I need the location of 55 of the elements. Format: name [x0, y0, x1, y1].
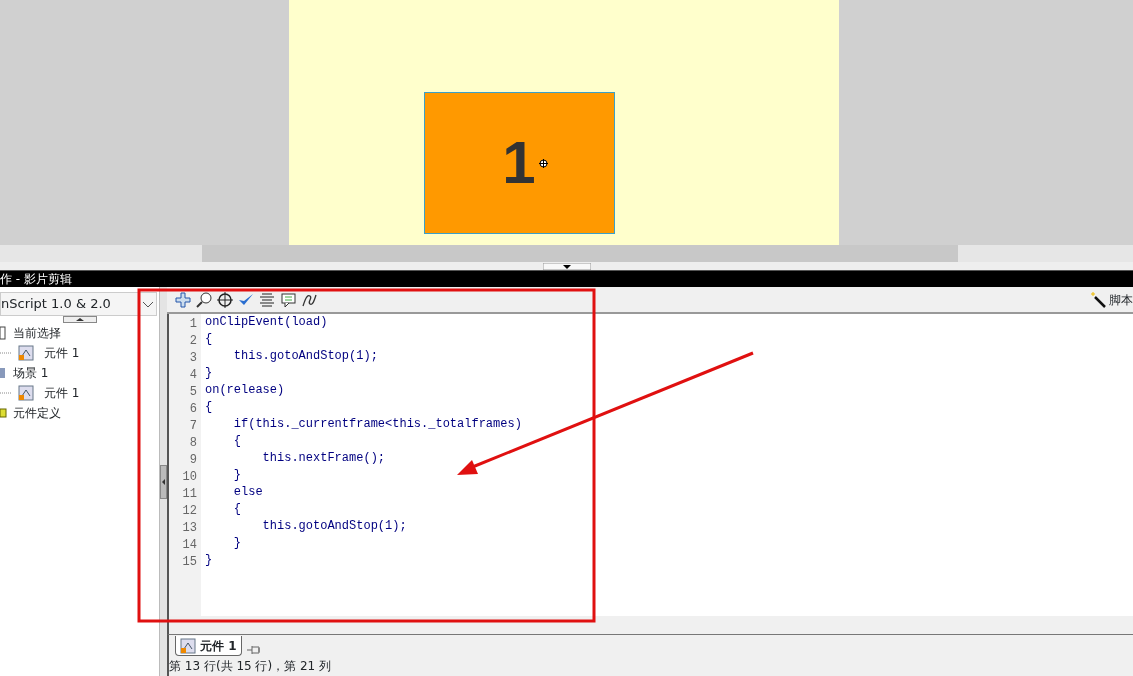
code-line: this.nextFrame();	[261, 450, 387, 467]
comment-icon[interactable]	[280, 291, 296, 308]
tree-item[interactable]: 场景 1	[0, 363, 159, 383]
scroll-up-icon[interactable]	[62, 316, 97, 323]
line-number: 2	[188, 333, 198, 350]
symbol-label: 1	[502, 133, 536, 193]
code-line: }	[232, 467, 242, 484]
crosshair-icon[interactable]	[217, 291, 233, 308]
movie-clip-icon	[18, 345, 34, 361]
tree-item[interactable]: 元件 1	[0, 343, 159, 363]
code-line: }	[204, 365, 214, 382]
search-icon[interactable]	[196, 291, 212, 308]
line-number: 9	[188, 452, 198, 469]
crosshair-icon	[538, 159, 548, 168]
code-line: }	[204, 552, 214, 569]
line-number: 13	[181, 520, 198, 537]
line-number: 1	[188, 316, 198, 333]
line-number: 10	[181, 469, 198, 486]
line-number: 5	[188, 384, 198, 401]
code-line: onClipEvent(load)	[204, 314, 329, 331]
line-number: 4	[188, 367, 198, 384]
line-number: 14	[181, 537, 198, 554]
tree-item[interactable]: 元件 1	[0, 383, 159, 403]
magic-wand-icon	[1090, 291, 1106, 308]
code-line: else	[232, 484, 264, 501]
tree-item[interactable]: 当前选择	[0, 323, 159, 343]
movie-clip-icon	[18, 385, 34, 401]
add-icon[interactable]	[175, 291, 191, 308]
line-number: 7	[188, 418, 198, 435]
code-line: this.gotoAndStop(1);	[232, 348, 379, 365]
code-line: {	[232, 501, 242, 518]
line-number: 3	[188, 350, 198, 367]
code-line: {	[232, 433, 242, 450]
code-line: {	[204, 399, 214, 416]
script-tab[interactable]: 元件 1	[175, 636, 242, 656]
scene-icon	[0, 365, 7, 381]
pin-icon[interactable]	[245, 644, 262, 656]
collapse-arrow-icon[interactable]	[542, 262, 591, 270]
format-icon[interactable]	[259, 291, 275, 308]
movie-clip-icon	[180, 637, 196, 654]
tree-item[interactable]: 元件定义	[0, 403, 159, 423]
code-line: {	[204, 331, 214, 348]
line-number: 8	[188, 435, 198, 452]
script-assist-button[interactable]: 脚本	[1090, 290, 1133, 309]
line-number: 12	[181, 503, 198, 520]
code-line: this.gotoAndStop(1);	[261, 518, 408, 535]
version-dropdown[interactable]: nScript 1.0 & 2.0	[0, 292, 157, 316]
code-line: }	[232, 535, 242, 552]
line-number: 11	[181, 486, 198, 503]
line-number: 6	[188, 401, 198, 418]
collapse-handle-icon[interactable]	[160, 464, 167, 499]
code-line: on(release)	[204, 382, 286, 399]
folder-icon	[0, 405, 7, 421]
code-line: if(this._currentframe<this._totalframes)	[232, 416, 523, 433]
line-number: 15	[181, 554, 198, 571]
